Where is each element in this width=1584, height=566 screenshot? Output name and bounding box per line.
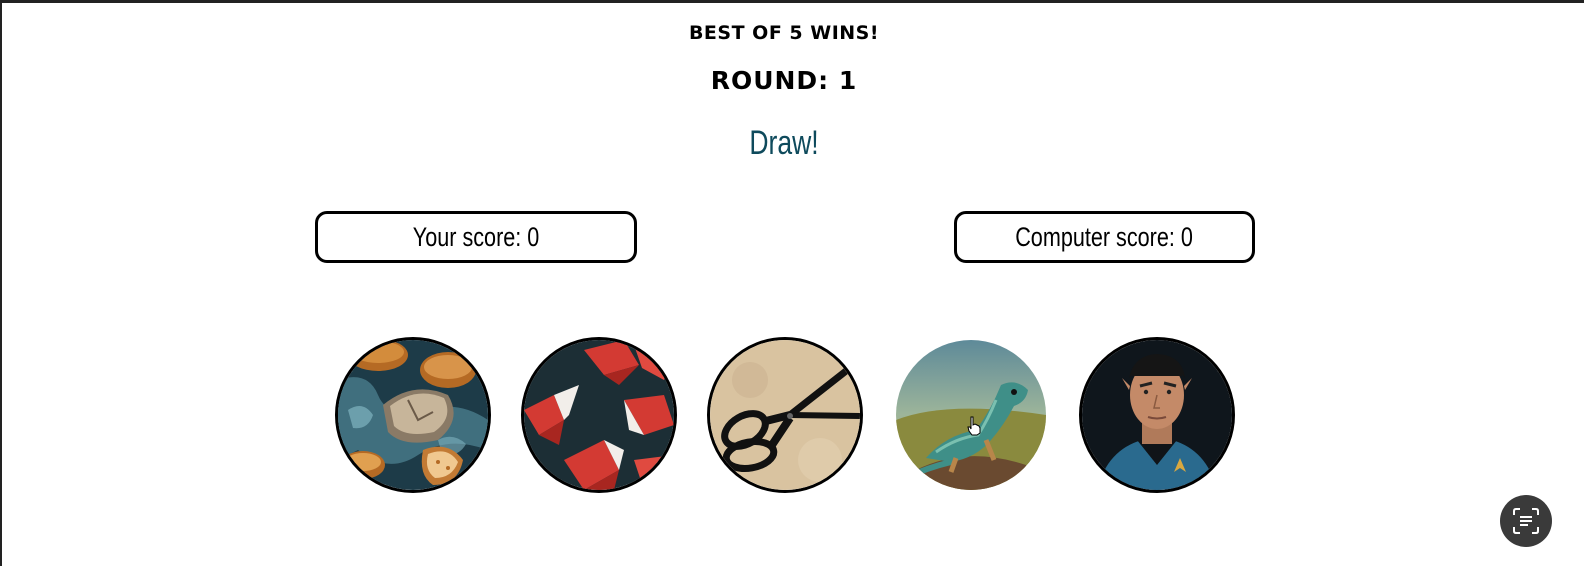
player-score-text: Your score: 0 bbox=[412, 221, 540, 252]
paper-icon bbox=[524, 340, 674, 490]
scissors-choice-button[interactable] bbox=[707, 337, 863, 493]
computer-score-box: Computer score: 0 bbox=[954, 211, 1255, 263]
text-scan-icon bbox=[1513, 508, 1539, 534]
round-result: Draw! bbox=[749, 124, 819, 162]
rock-icon bbox=[338, 340, 488, 490]
rock-choice-button[interactable] bbox=[335, 337, 491, 493]
lizard-icon bbox=[896, 340, 1046, 490]
spock-icon bbox=[1082, 340, 1232, 490]
player-score-box: Your score: 0 bbox=[315, 211, 637, 263]
text-scan-button[interactable] bbox=[1500, 495, 1552, 547]
round-label: ROUND: 1 bbox=[710, 66, 858, 95]
spock-choice-button[interactable] bbox=[1079, 337, 1235, 493]
paper-choice-button[interactable] bbox=[521, 337, 677, 493]
scissors-icon bbox=[710, 340, 860, 490]
game-subtitle: BEST OF 5 WINS! bbox=[688, 22, 880, 44]
computer-score-text: Computer score: 0 bbox=[1015, 221, 1194, 252]
lizard-choice-button[interactable] bbox=[896, 340, 1046, 490]
